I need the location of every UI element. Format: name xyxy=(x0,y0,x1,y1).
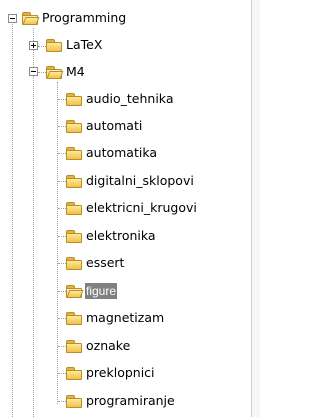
tree-item-label-selected: figure xyxy=(85,283,118,299)
tree-line-child xyxy=(58,263,66,264)
folder-open-icon xyxy=(22,11,40,25)
tree-item-latex[interactable]: LaTeX xyxy=(46,34,103,56)
tree-line-m4-children xyxy=(57,82,58,404)
folder-tree: Programming LaTeX M4 audio_tehnika autom… xyxy=(0,0,260,417)
tree-item-label: preklopnici xyxy=(86,365,155,380)
tree-item-digitalni-sklopovi[interactable]: digitalni_sklopovi xyxy=(66,170,195,192)
tree-item-label: audio_tehnika xyxy=(86,91,174,106)
tree-item-label: automati xyxy=(86,118,143,133)
tree-item-label: Programming xyxy=(42,10,127,25)
tree-line-child xyxy=(58,236,66,237)
tree-line-child xyxy=(58,153,66,154)
tree-item-label: oznake xyxy=(86,338,131,353)
tree-item-label: elektronika xyxy=(86,228,156,243)
folder-icon xyxy=(66,119,82,133)
folder-icon xyxy=(66,256,82,270)
folder-open-icon xyxy=(66,284,84,298)
tree-item-label: digitalni_sklopovi xyxy=(86,173,194,188)
tree-line-child xyxy=(58,318,66,319)
tree-item-label: M4 xyxy=(66,64,85,79)
folder-icon xyxy=(66,394,82,408)
tree-line-root-trunk xyxy=(12,22,13,417)
tree-line-child xyxy=(58,373,66,374)
folder-icon xyxy=(66,366,82,380)
tree-item-automatika[interactable]: automatika xyxy=(66,142,158,164)
folder-icon xyxy=(66,339,82,353)
tree-item-elektronika[interactable]: elektronika xyxy=(66,225,157,247)
folder-icon xyxy=(66,311,82,325)
panel-right-edge xyxy=(251,0,260,417)
folder-icon xyxy=(46,38,62,52)
collapse-toggle-programming[interactable] xyxy=(8,14,17,23)
tree-item-label: programiranje xyxy=(86,393,175,408)
tree-line-child xyxy=(58,346,66,347)
folder-icon xyxy=(66,174,82,188)
tree-item-label: LaTeX xyxy=(66,37,103,52)
tree-item-figure[interactable]: figure xyxy=(66,280,118,302)
tree-item-essert[interactable]: essert xyxy=(66,252,125,274)
tree-line-child xyxy=(58,291,66,292)
tree-line-child xyxy=(58,208,66,209)
folder-icon xyxy=(66,229,82,243)
folder-open-icon xyxy=(46,65,64,79)
tree-item-label: magnetizam xyxy=(86,310,165,325)
tree-item-programming[interactable]: Programming xyxy=(22,7,127,29)
expand-toggle-latex[interactable] xyxy=(29,41,38,50)
tree-line-child xyxy=(58,181,66,182)
tree-item-programiranje[interactable]: programiranje xyxy=(66,390,176,412)
tree-item-m4[interactable]: M4 xyxy=(46,61,86,83)
tree-line-level1 xyxy=(33,28,34,417)
tree-item-audio-tehnika[interactable]: audio_tehnika xyxy=(66,88,174,110)
folder-icon xyxy=(66,146,82,160)
tree-item-preklopnici[interactable]: preklopnici xyxy=(66,362,156,384)
tree-item-label: essert xyxy=(86,255,125,270)
collapse-toggle-m4[interactable] xyxy=(29,67,38,76)
tree-item-magnetizam[interactable]: magnetizam xyxy=(66,307,165,329)
tree-line-child xyxy=(58,401,66,402)
tree-line-child xyxy=(58,126,66,127)
tree-item-automati[interactable]: automati xyxy=(66,115,143,137)
tree-item-label: automatika xyxy=(86,145,158,160)
folder-icon xyxy=(66,201,82,215)
folder-icon xyxy=(66,92,82,106)
tree-item-elektricni-krugovi[interactable]: elektricni_krugovi xyxy=(66,197,198,219)
tree-item-oznake[interactable]: oznake xyxy=(66,335,131,357)
tree-line-child xyxy=(58,99,66,100)
tree-item-label: elektricni_krugovi xyxy=(86,200,197,215)
